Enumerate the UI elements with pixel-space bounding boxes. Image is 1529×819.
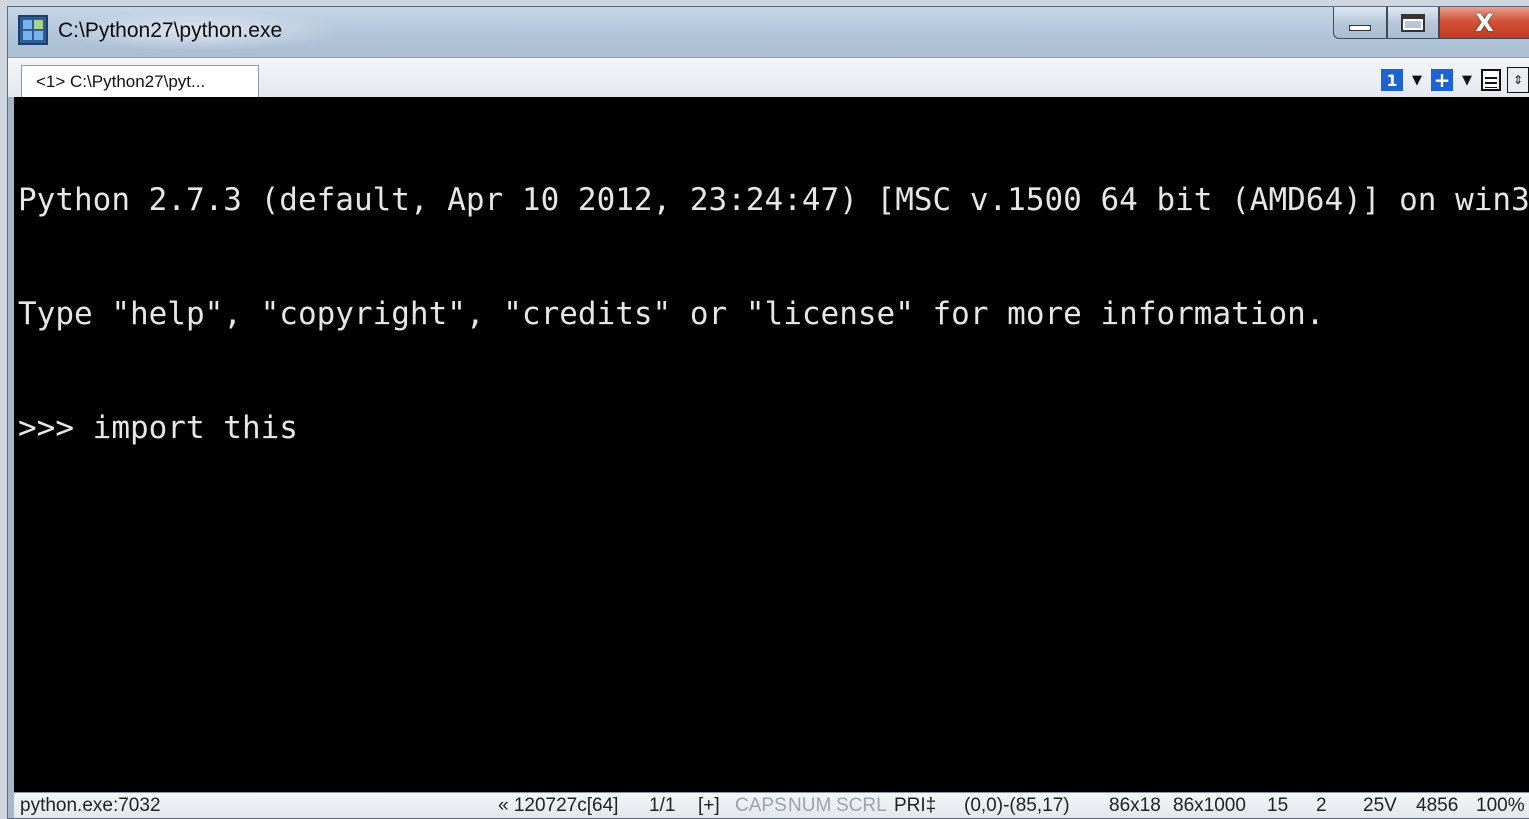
status-bar: python.exe:7032 « 120727c[64] 1/1 [+] CA…: [14, 792, 1529, 818]
status-window-size[interactable]: 86x18: [1109, 795, 1161, 817]
minimize-icon: [1349, 24, 1371, 31]
close-button[interactable]: X: [1439, 7, 1529, 39]
console-number-button[interactable]: 1: [1381, 69, 1403, 91]
status-page[interactable]: 1/1: [649, 795, 675, 817]
title-bar[interactable]: C:\Python27\python.exe X: [8, 7, 1529, 57]
status-scrl[interactable]: SCRL: [836, 795, 887, 817]
tab-console-1[interactable]: <1> C:\Python27\pyt...: [21, 65, 259, 98]
console-line-prompt[interactable]: >>> import this: [18, 409, 1529, 447]
window-title: C:\Python27\python.exe: [58, 19, 283, 42]
status-plus[interactable]: [+]: [698, 795, 720, 817]
status-priority[interactable]: PRI‡: [894, 795, 936, 817]
status-selection[interactable]: (0,0)-(85,17): [964, 795, 1070, 817]
console-window: C:\Python27\python.exe X <1> C:\Python27…: [7, 6, 1529, 819]
tab-bar: <1> C:\Python27\pyt... 1 ▼ + ▼ ⇕: [8, 57, 1529, 98]
console-output[interactable]: Python 2.7.3 (default, Apr 10 2012, 23:2…: [14, 97, 1529, 792]
status-value-2[interactable]: 2: [1316, 795, 1327, 817]
buffer-document-icon[interactable]: [1481, 69, 1501, 91]
status-voltage[interactable]: 25V: [1363, 795, 1397, 817]
tab-toolbar: 1 ▼ + ▼ ⇕: [1381, 67, 1529, 93]
caption-buttons: X: [1333, 7, 1529, 41]
maximize-button[interactable]: [1387, 7, 1439, 39]
maximize-icon: [1401, 13, 1425, 32]
conemu-app-icon[interactable]: [18, 15, 48, 45]
status-zoom[interactable]: 100%: [1476, 795, 1525, 817]
status-value-15[interactable]: 15: [1267, 795, 1288, 817]
status-server-id[interactable]: « 120727c[64]: [498, 795, 618, 817]
new-console-dropdown-icon[interactable]: ▼: [1459, 73, 1475, 88]
status-buffer-size[interactable]: 86x1000: [1173, 795, 1246, 817]
status-num[interactable]: NUM: [788, 795, 831, 817]
minimize-button[interactable]: [1333, 7, 1387, 39]
console-list-dropdown-icon[interactable]: ▼: [1409, 73, 1425, 88]
status-caps[interactable]: CAPS: [735, 795, 787, 817]
status-process[interactable]: python.exe:7032: [20, 795, 161, 817]
console-line-help: Type "help", "copyright", "credits" or "…: [18, 296, 1325, 332]
status-value-4856[interactable]: 4856: [1416, 795, 1458, 817]
scroll-toggle-icon[interactable]: ⇕: [1507, 67, 1529, 93]
console-line-version: Python 2.7.3 (default, Apr 10 2012, 23:2…: [18, 182, 1529, 218]
close-icon: X: [1475, 8, 1494, 37]
new-console-button[interactable]: +: [1431, 69, 1453, 91]
